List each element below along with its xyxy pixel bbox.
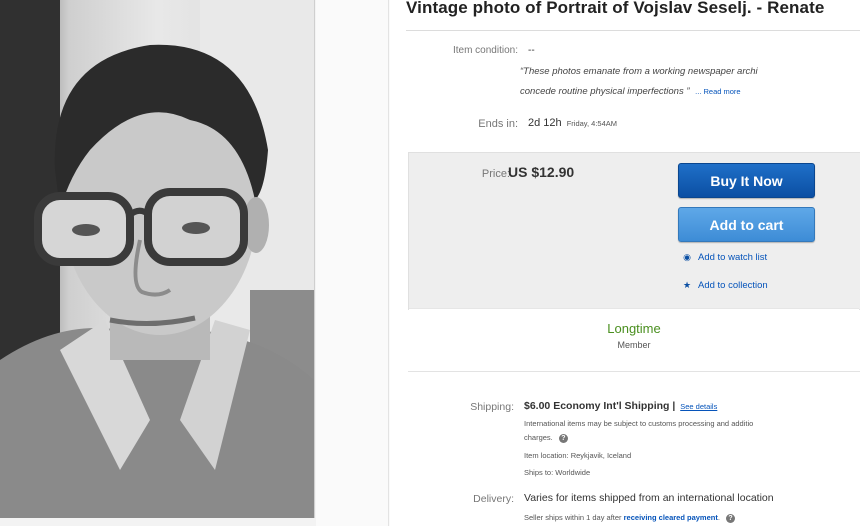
section-divider	[408, 371, 860, 372]
eye-icon: ◉	[683, 252, 691, 262]
read-more-link[interactable]: ... Read more	[695, 87, 740, 96]
title-divider	[406, 30, 860, 31]
cleared-payment-link[interactable]: receiving cleared payment	[624, 513, 718, 522]
ends-label: Ends in:	[478, 118, 518, 130]
condition-value: --	[528, 45, 535, 56]
shipping-label: Shipping:	[470, 401, 514, 413]
delivery-label: Delivery:	[473, 493, 514, 505]
add-to-collection-link[interactable]: ★ Add to collection	[680, 280, 768, 291]
price-value: US $12.90	[508, 164, 575, 180]
portrait-image	[0, 0, 315, 518]
ships-to: Ships to: Worldwide	[524, 468, 591, 477]
shipping-value: $6.00 Economy Int'l Shipping | See detai…	[524, 400, 718, 412]
ends-value: 2d 12h Friday, 4:54AM	[528, 117, 618, 129]
listing-details: Vintage photo of Portrait of Vojslav Ses…	[390, 0, 860, 526]
item-title: Vintage photo of Portrait of Vojslav Ses…	[406, 0, 825, 17]
description-line-1: “These photos emanate from a working new…	[520, 66, 758, 77]
add-to-cart-button[interactable]: Add to cart	[678, 207, 815, 242]
portrait-drawing	[0, 0, 314, 518]
condition-label: Item condition:	[452, 45, 518, 56]
image-gutter	[316, 0, 390, 526]
ends-detail: Friday, 4:54AM	[566, 119, 618, 128]
see-details-link[interactable]: See details	[680, 402, 717, 411]
item-location: Item location: Reykjavik, Iceland	[524, 451, 632, 460]
delivery-value: Varies for items shipped from an interna…	[524, 492, 774, 504]
customs-note-line-1: International items may be subject to cu…	[524, 419, 754, 428]
price-label: Price:	[481, 168, 510, 180]
info-icon[interactable]: ?	[726, 514, 736, 523]
seller-member-box: Longtime Member	[409, 308, 859, 365]
description-line-2: concede routine physical imperfections ”…	[520, 86, 741, 97]
member-badge-subtitle: Member	[617, 340, 651, 350]
customs-note-line-2: charges. ?	[524, 433, 568, 443]
seller-ships-note: Seller ships within 1 day after receivin…	[524, 513, 736, 523]
member-badge-title: Longtime	[607, 321, 661, 336]
info-icon[interactable]: ?	[558, 434, 568, 443]
listing-photo[interactable]	[0, 0, 316, 526]
add-to-watch-list-link[interactable]: ◉ Add to watch list	[680, 252, 767, 263]
buy-it-now-button[interactable]: Buy It Now	[678, 163, 815, 198]
star-icon: ★	[682, 280, 692, 290]
